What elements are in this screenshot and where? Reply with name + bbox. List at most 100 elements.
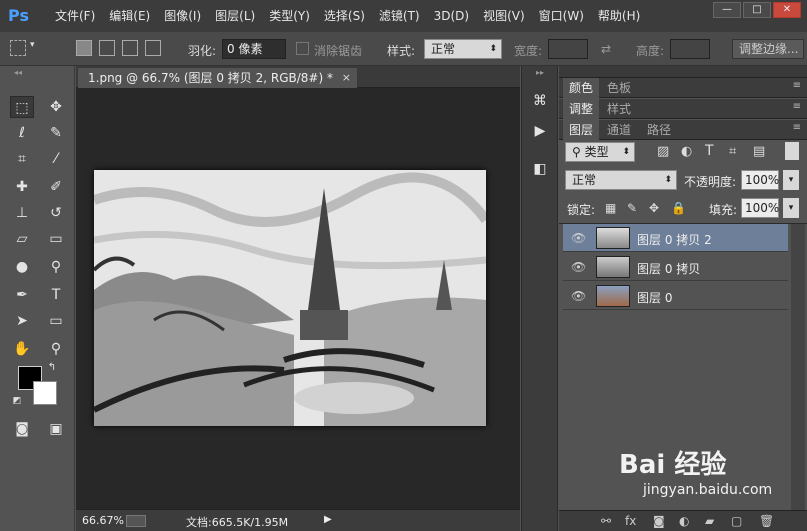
- collapse-icon[interactable]: ▸▸: [528, 66, 552, 80]
- fill-input[interactable]: 100%: [741, 198, 779, 218]
- swap-icon[interactable]: ⇄: [601, 42, 611, 56]
- add-selection-icon[interactable]: [99, 40, 115, 56]
- layer-row[interactable]: 👁 图层 0 拷贝 2: [563, 224, 788, 252]
- refine-edge-button[interactable]: 调整边缘...: [732, 39, 804, 59]
- dodge-tool-icon[interactable]: ⚲: [44, 256, 68, 278]
- tab-adjustments[interactable]: 调整: [563, 99, 600, 119]
- close-button[interactable]: ✕: [773, 2, 801, 18]
- menu-image[interactable]: 图像(I): [157, 0, 208, 32]
- height-input[interactable]: [670, 39, 710, 59]
- status-menu-icon[interactable]: ▶: [324, 514, 332, 525]
- image-canvas[interactable]: [94, 170, 486, 426]
- zoom-tool-icon[interactable]: ⚲: [44, 338, 68, 360]
- style-select[interactable]: 正常 ⬍: [424, 39, 502, 59]
- panel-menu-icon[interactable]: ≡: [793, 122, 801, 133]
- eye-icon[interactable]: 👁: [571, 289, 586, 303]
- eye-icon[interactable]: 👁: [571, 231, 586, 245]
- chevron-down-icon[interactable]: ▾: [783, 170, 799, 190]
- eye-icon[interactable]: 👁: [571, 260, 586, 274]
- menu-filter[interactable]: 滤镜(T): [372, 0, 427, 32]
- menu-window[interactable]: 窗口(W): [532, 0, 591, 32]
- tab-paths[interactable]: 路径: [641, 120, 677, 140]
- filter-toggle[interactable]: [785, 142, 799, 160]
- background-color-swatch[interactable]: [33, 381, 57, 405]
- default-colors-icon[interactable]: ◩: [10, 394, 24, 408]
- swap-colors-icon[interactable]: ↰: [44, 360, 60, 376]
- fx-icon[interactable]: fx: [625, 514, 636, 528]
- maximize-button[interactable]: □: [743, 2, 771, 18]
- filter-smart-icon[interactable]: ▤: [753, 144, 765, 159]
- menu-view[interactable]: 视图(V): [476, 0, 532, 32]
- lock-all-icon[interactable]: 🔒: [671, 201, 686, 215]
- menu-layer[interactable]: 图层(L): [208, 0, 262, 32]
- gradient-tool-icon[interactable]: ▭: [44, 228, 68, 250]
- brush-tool-icon[interactable]: ✐: [44, 176, 68, 198]
- opacity-input[interactable]: 100%: [741, 170, 779, 190]
- menu-select[interactable]: 选择(S): [317, 0, 372, 32]
- filter-shape-icon[interactable]: ⌗: [729, 144, 736, 159]
- subtract-selection-icon[interactable]: [122, 40, 138, 56]
- new-selection-icon[interactable]: [76, 40, 92, 56]
- menu-type[interactable]: 类型(Y): [262, 0, 317, 32]
- marquee-tool-icon[interactable]: ⬚: [10, 96, 34, 118]
- layer-row[interactable]: 👁 图层 0: [563, 282, 788, 310]
- adjustment-layer-icon[interactable]: ◐: [679, 514, 689, 528]
- collapse-icon[interactable]: ◂◂: [6, 66, 30, 80]
- pen-tool-icon[interactable]: ✒: [10, 284, 34, 306]
- quick-select-tool-icon[interactable]: ✎: [44, 122, 68, 144]
- healing-brush-tool-icon[interactable]: ✚: [10, 176, 34, 198]
- blur-tool-icon[interactable]: ●: [10, 256, 34, 278]
- status-preview-icon[interactable]: [126, 515, 146, 527]
- menu-3d[interactable]: 3D(D): [427, 0, 476, 32]
- filter-adjustment-icon[interactable]: ◐: [681, 144, 692, 159]
- lock-transparency-icon[interactable]: ▦: [605, 201, 616, 215]
- close-tab-icon[interactable]: ×: [342, 68, 351, 88]
- type-tool-icon[interactable]: T: [44, 284, 68, 306]
- panel-menu-icon[interactable]: ≡: [793, 101, 801, 112]
- feather-input[interactable]: 0 像素: [222, 39, 286, 59]
- tab-channels[interactable]: 通道: [601, 120, 637, 140]
- history-panel-icon[interactable]: ⌘: [528, 90, 552, 112]
- lasso-tool-icon[interactable]: ℓ: [10, 122, 34, 144]
- mask-icon[interactable]: ◙: [653, 514, 665, 528]
- layer-filter-select[interactable]: ⚲ 类型 ⬍: [565, 142, 635, 162]
- new-layer-icon[interactable]: ▢: [731, 514, 742, 528]
- minimize-button[interactable]: —: [713, 2, 741, 18]
- tab-color[interactable]: 颜色: [563, 78, 600, 98]
- eraser-tool-icon[interactable]: ▱: [10, 228, 34, 250]
- trash-icon[interactable]: 🗑: [759, 514, 774, 528]
- marquee-preset-icon[interactable]: [10, 40, 26, 56]
- lock-pixels-icon[interactable]: ✎: [627, 201, 637, 215]
- screen-mode-icon[interactable]: ▣: [44, 418, 68, 440]
- width-input[interactable]: [548, 39, 588, 59]
- filter-pixel-icon[interactable]: ▨: [657, 144, 669, 159]
- path-select-tool-icon[interactable]: ➤: [10, 310, 34, 332]
- chevron-down-icon[interactable]: ▾: [30, 40, 35, 50]
- stamp-tool-icon[interactable]: ⊥: [10, 202, 34, 224]
- hand-tool-icon[interactable]: ✋: [10, 338, 34, 360]
- menu-help[interactable]: 帮助(H): [591, 0, 647, 32]
- layer-row[interactable]: 👁 图层 0 拷贝: [563, 253, 788, 281]
- eyedropper-tool-icon[interactable]: ⁄: [44, 148, 68, 170]
- tab-swatches[interactable]: 色板: [601, 78, 637, 98]
- layers-scrollbar[interactable]: [791, 224, 805, 510]
- quick-mask-icon[interactable]: ◙: [10, 418, 34, 440]
- antialias-checkbox[interactable]: [296, 42, 309, 55]
- filter-type-icon[interactable]: T: [705, 143, 714, 159]
- intersect-selection-icon[interactable]: [145, 40, 161, 56]
- shape-tool-icon[interactable]: ▭: [44, 310, 68, 332]
- blend-mode-select[interactable]: 正常 ⬍: [565, 170, 677, 190]
- tab-styles[interactable]: 样式: [601, 99, 637, 119]
- tab-layers[interactable]: 图层: [563, 120, 600, 140]
- actions-panel-icon[interactable]: ▶: [528, 120, 552, 142]
- crop-tool-icon[interactable]: ⌗: [10, 148, 34, 170]
- history-brush-tool-icon[interactable]: ↺: [44, 202, 68, 224]
- link-icon[interactable]: ⚯: [601, 514, 611, 528]
- chevron-down-icon[interactable]: ▾: [783, 198, 799, 218]
- panel-menu-icon[interactable]: ≡: [793, 80, 801, 91]
- document-tab[interactable]: 1.png @ 66.7% (图层 0 拷贝 2, RGB/8#) * ×: [78, 68, 357, 88]
- move-tool-icon[interactable]: ✥: [44, 96, 68, 118]
- menu-file[interactable]: 文件(F): [48, 0, 102, 32]
- zoom-level[interactable]: 66.67%: [82, 514, 124, 527]
- lock-position-icon[interactable]: ✥: [649, 201, 659, 215]
